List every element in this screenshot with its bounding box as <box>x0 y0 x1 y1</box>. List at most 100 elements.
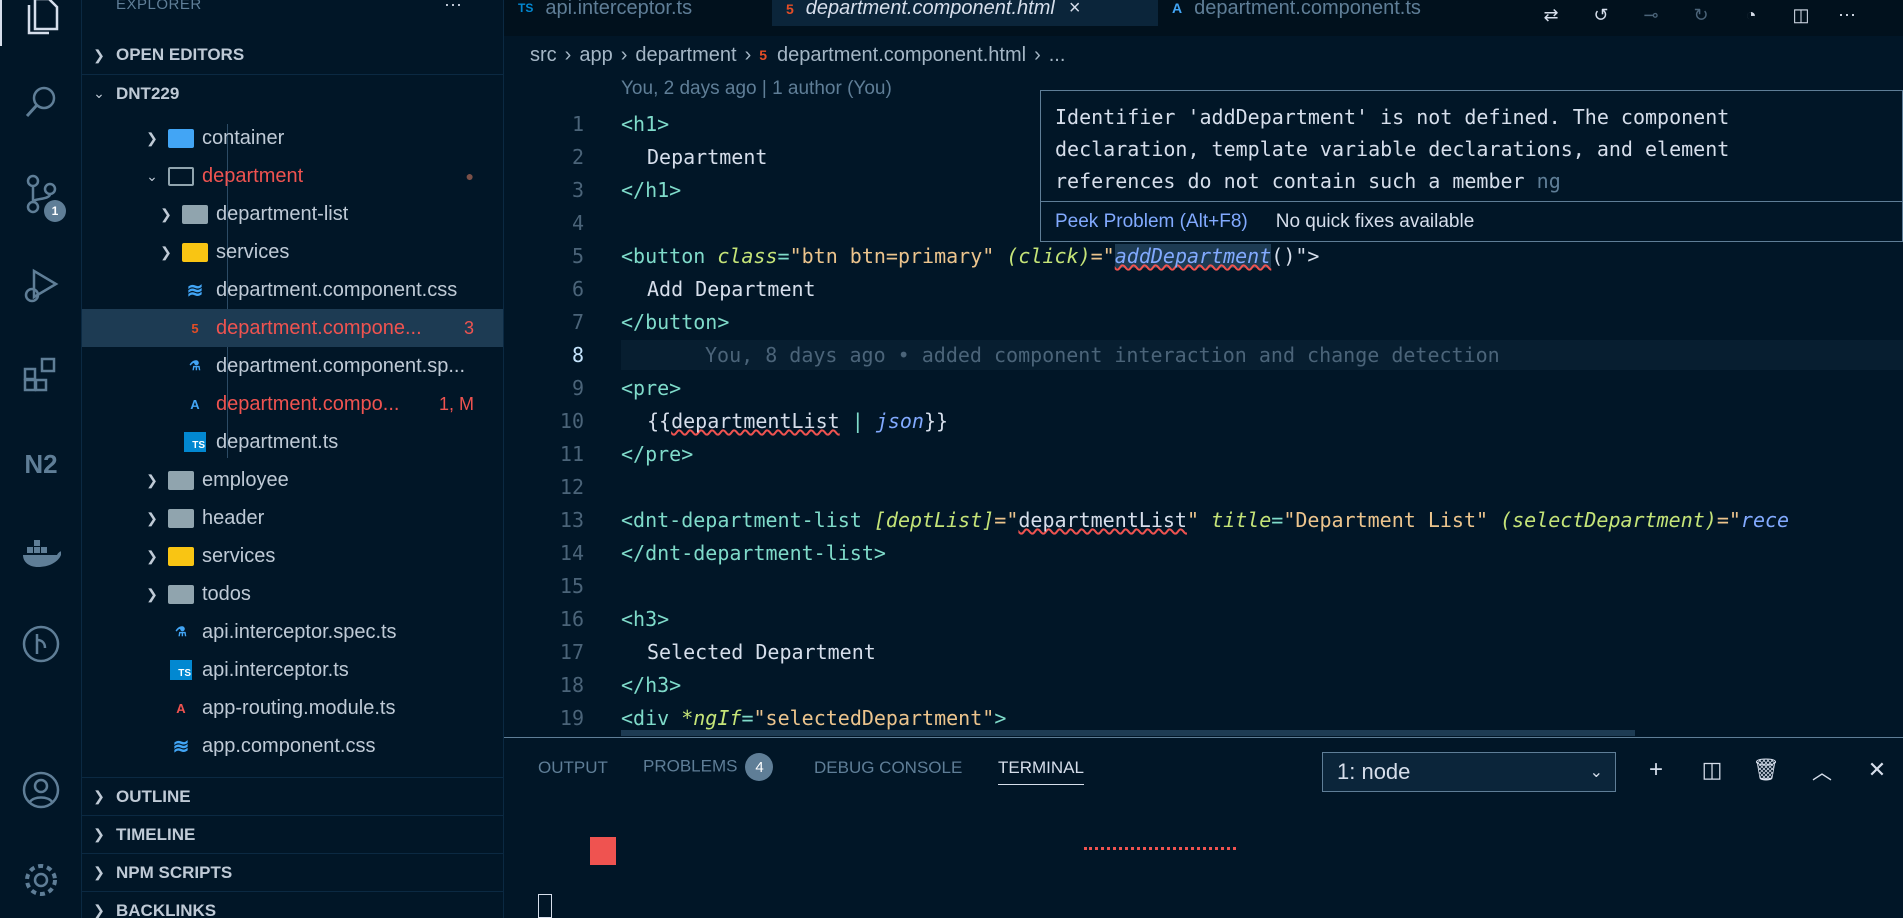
code-line-3: </h1> <box>621 178 682 202</box>
tree-item-services[interactable]: ❯ services <box>82 233 503 271</box>
tree-item-services-root[interactable]: ❯ services <box>82 537 503 575</box>
blame-header[interactable]: You, 2 days ago | 1 author (You) <box>621 78 892 100</box>
tree-item-ts-component[interactable]: A department.compo... 1, M <box>82 385 503 423</box>
angular-component-icon: A <box>1172 0 1183 16</box>
tree-item-department[interactable]: ⌄ department ● <box>82 157 503 195</box>
no-quick-fixes-label: No quick fixes available <box>1275 210 1475 232</box>
plus-icon[interactable]: + <box>1638 752 1674 788</box>
breadcrumb-file[interactable]: department.component.html <box>777 44 1026 67</box>
tree-item-employee[interactable]: ❯ employee <box>82 461 503 499</box>
section-project[interactable]: ⌄ DNT229 <box>82 74 503 112</box>
tab-department-html[interactable]: 5 department.component.html × <box>772 0 1158 26</box>
tree-item-department-list[interactable]: ❯ department-list <box>82 195 503 233</box>
chevron-right-icon: ❯ <box>160 205 172 222</box>
activity-bar: 1 N2 <box>0 0 82 918</box>
tree-item-header[interactable]: ❯ header <box>82 499 503 537</box>
line-number: 3 <box>571 178 584 202</box>
chevron-right-icon: ❯ <box>146 471 158 488</box>
previous-change-icon[interactable]: ⊸ <box>1636 0 1666 30</box>
chevron-right-icon: ❯ <box>93 902 105 918</box>
tree-item-css-file[interactable]: ≋ department.component.css <box>82 271 503 309</box>
tab-terminal[interactable]: TERMINAL <box>998 758 1084 785</box>
code-line-5: <button class="btn btn=primary" (click)=… <box>621 244 1320 268</box>
git-graph-icon[interactable] <box>0 614 82 674</box>
search-icon[interactable] <box>0 72 82 132</box>
section-backlinks[interactable]: ❯ BACKLINKS <box>82 891 503 918</box>
tree-item-app-css[interactable]: ≋ app.component.css <box>82 727 503 765</box>
editor-tabs: TS api.interceptor.ts 5 department.compo… <box>504 0 1903 36</box>
close-icon[interactable]: ✕ <box>1859 752 1895 788</box>
source-control-icon[interactable]: 1 <box>0 164 82 224</box>
tab-output[interactable]: OUTPUT <box>538 758 608 778</box>
line-number: 14 <box>559 541 584 565</box>
settings-gear-icon[interactable] <box>0 850 82 910</box>
horizontal-scrollbar[interactable] <box>621 730 1635 736</box>
section-timeline[interactable]: ❯ TIMELINE <box>82 815 503 853</box>
open-changes-icon[interactable]: ↺ <box>1586 0 1616 30</box>
breadcrumb-app[interactable]: app <box>579 44 612 67</box>
nx-console-icon[interactable]: N2 <box>0 434 82 494</box>
tree-item-container[interactable]: ❯ container <box>82 119 503 157</box>
line-number: 12 <box>559 475 584 499</box>
typescript-file-icon: TS <box>518 1 534 15</box>
split-editor-icon[interactable]: ◫ <box>1786 0 1816 30</box>
tab-api-interceptor[interactable]: TS api.interceptor.ts <box>504 0 772 26</box>
error-squiggle[interactable]: departmentList <box>1018 508 1187 532</box>
close-icon[interactable]: × <box>1069 0 1081 20</box>
docker-icon[interactable] <box>0 524 82 584</box>
tab-debug-console[interactable]: DEBUG CONSOLE <box>814 758 962 778</box>
tab-department-ts[interactable]: A department.component.ts <box>1158 0 1488 26</box>
code-line-14: </dnt-department-list> <box>621 541 886 565</box>
folder-icon <box>182 202 208 226</box>
scm-badge: 1 <box>44 200 66 222</box>
explorer-icon[interactable] <box>0 0 82 46</box>
terminal-cursor <box>590 837 616 865</box>
more-actions-icon[interactable]: ··· <box>444 0 462 15</box>
section-npm-scripts[interactable]: ❯ NPM SCRIPTS <box>82 853 503 891</box>
chevron-right-icon: ❯ <box>93 864 105 880</box>
section-open-editors[interactable]: ❯ OPEN EDITORS <box>82 36 503 74</box>
code-line-7: </button> <box>621 310 730 334</box>
peek-problem-link[interactable]: Peek Problem (Alt+F8) <box>1055 211 1248 233</box>
terminal-select[interactable]: 1: node ⌄ <box>1322 752 1616 792</box>
line-number: 9 <box>571 376 584 400</box>
section-outline[interactable]: ❯ OUTLINE <box>82 777 503 815</box>
compare-changes-icon[interactable]: ⇄ <box>1536 0 1566 30</box>
tree-item-app-routing[interactable]: A app-routing.module.ts <box>82 689 503 727</box>
inline-blame[interactable]: You, 8 days ago • added component intera… <box>705 343 1500 367</box>
more-actions-icon[interactable]: ⋯ <box>1832 0 1862 30</box>
line-number: 15 <box>559 574 584 598</box>
breadcrumb-department[interactable]: department <box>635 44 736 67</box>
folder-services-icon <box>182 240 208 264</box>
breadcrumb-src[interactable]: src <box>530 44 557 67</box>
html5-file-icon: 5 <box>786 0 794 17</box>
typescript-file-icon: TS <box>168 658 194 682</box>
extensions-icon[interactable] <box>0 344 82 404</box>
split-icon[interactable]: ◫ <box>1694 752 1730 788</box>
line-number: 11 <box>559 442 584 466</box>
tree-item-api-interceptor[interactable]: TS api.interceptor.ts <box>82 651 503 689</box>
angular-component-icon: A <box>190 396 200 412</box>
tree-item-api-interceptor-spec[interactable]: ⚗ api.interceptor.spec.ts <box>82 613 503 651</box>
code-line-2: Department <box>647 145 768 169</box>
next-change-icon[interactable]: ↻ <box>1686 0 1716 30</box>
chevron-right-icon: › <box>744 43 752 66</box>
trash-icon[interactable]: 🗑 <box>1748 752 1784 788</box>
chevron-up-icon[interactable]: ︿ <box>1804 752 1840 788</box>
error-squiggle[interactable]: addDepartment <box>1114 244 1272 268</box>
explorer-sidebar: EXPLORER ··· ❯ OPEN EDITORS ⌄ DNT229 ❯ con… <box>82 0 504 918</box>
breadcrumb-symbol[interactable]: ... <box>1049 44 1066 67</box>
chevron-right-icon: ❯ <box>93 788 105 804</box>
terminal-input-caret[interactable] <box>538 894 552 918</box>
tree-item-todos[interactable]: ❯ todos <box>82 575 503 613</box>
error-squiggle[interactable]: departmentList <box>671 409 840 433</box>
git-lens-icon[interactable]: ◔ <box>1736 0 1766 30</box>
tree-item-spec-file[interactable]: ⚗ department.component.sp... <box>82 347 503 385</box>
tree-item-department-ts[interactable]: TS department.ts <box>82 423 503 461</box>
tree-item-html-file[interactable]: 5 department.compone... 3 <box>82 309 503 347</box>
hover-actions: Peek Problem (Alt+F8) No quick fixes ava… <box>1041 201 1902 241</box>
tab-problems[interactable]: PROBLEMS 4 <box>643 753 774 781</box>
run-debug-icon[interactable] <box>0 254 82 314</box>
line-number: 4 <box>571 211 584 235</box>
account-icon[interactable] <box>0 760 82 820</box>
